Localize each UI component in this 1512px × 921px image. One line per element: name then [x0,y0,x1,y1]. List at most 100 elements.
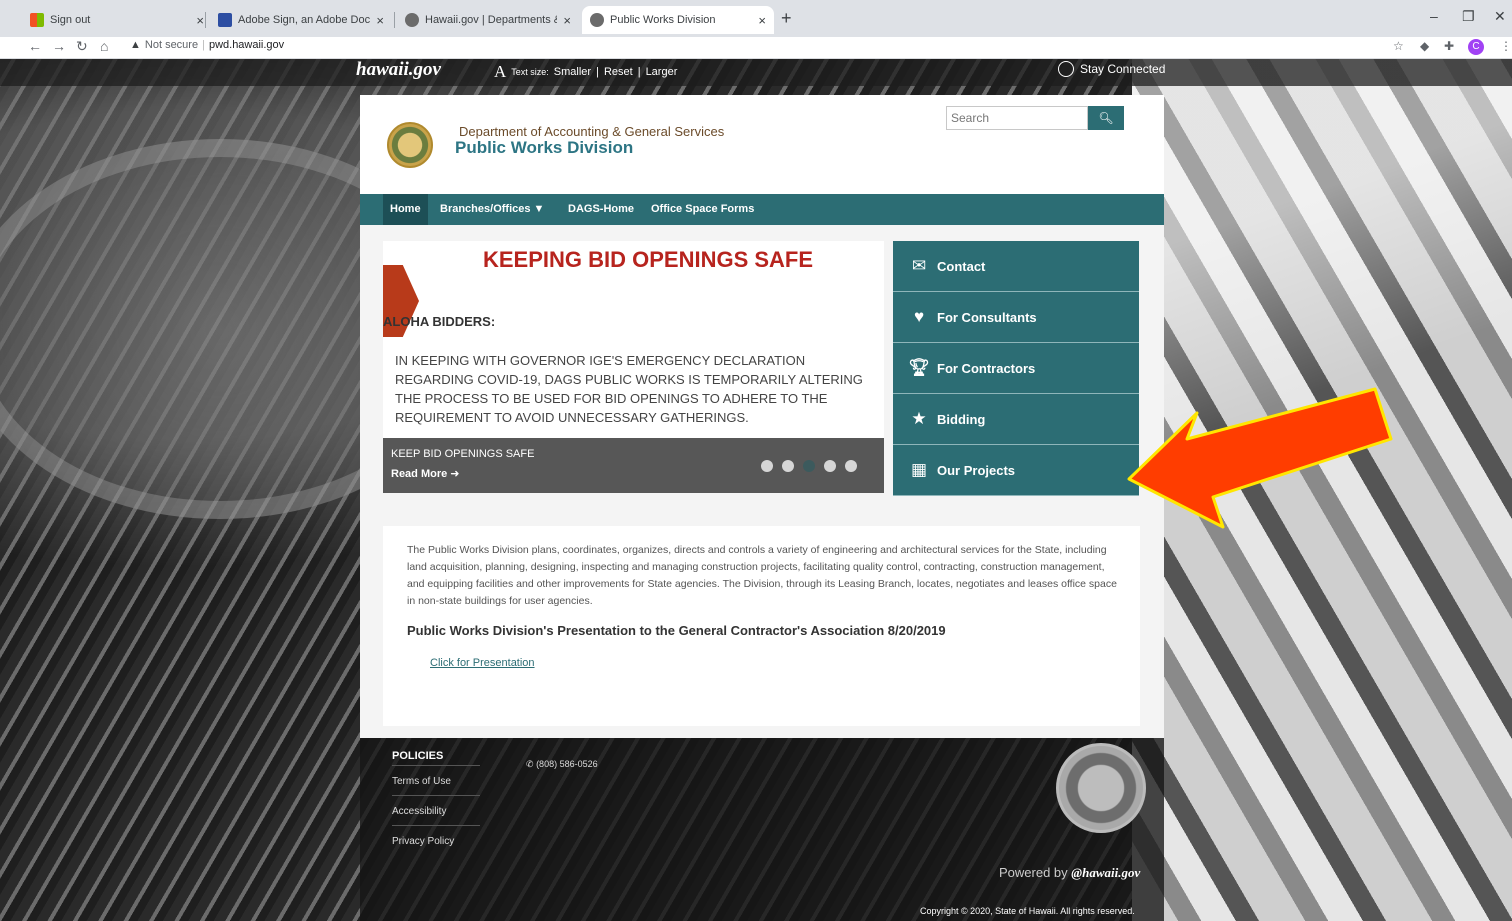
site-footer: POLICIES Terms of Use Accessibility Priv… [360,738,1164,921]
arrow-shape [1127,387,1393,529]
tab-public-works[interactable]: Public Works Division × [582,6,774,34]
forward-arrow-icon[interactable]: → [52,38,66,54]
division-name[interactable]: Public Works Division [455,138,633,158]
divider [392,795,480,796]
back-arrow-icon[interactable]: ← [28,38,42,54]
quick-link-for-consultants[interactable]: ♥ For Consultants [893,292,1139,343]
search-input[interactable]: Search [946,106,1088,130]
menu-kebab-icon[interactable]: ⋮ [1500,39,1512,53]
tab-title: Public Works Division [610,14,716,26]
divider [392,825,480,826]
department-name[interactable]: Department of Accounting & General Servi… [459,124,724,139]
text-larger-link[interactable]: Larger [646,66,678,78]
restore-icon[interactable]: ❐ [1462,8,1475,25]
text-reset-link[interactable]: Reset [604,66,633,78]
new-tab-button[interactable]: + [781,8,792,29]
slide-greeting: ALOHA BIDDERS: [383,314,496,329]
globe-icon [1058,61,1074,77]
hawaii-gov-logo[interactable]: hawaii.gov [356,59,441,81]
quick-links: ✉ Contact ♥ For Consultants 🏆︎ For Contr… [893,241,1139,496]
close-icon[interactable]: × [758,13,766,28]
url-field[interactable]: ▲ Not secure | pwd.hawaii.gov [130,39,284,51]
heart-icon: ♥ [913,307,925,326]
nav-branches-offices[interactable]: Branches/Offices ▼ [433,194,551,225]
footer-privacy-link[interactable]: Privacy Policy [392,836,454,847]
presentation-heading: Public Works Division's Presentation to … [407,623,946,638]
tab-separator [394,12,395,28]
slide-caption: KEEP BID OPENINGS SAFE Read More ➜ [383,438,884,493]
tab-title: Sign out [50,14,91,26]
home-icon[interactable]: ⌂ [100,38,108,54]
url-text[interactable]: pwd.hawaii.gov [209,39,284,51]
window-close-icon[interactable]: ✕ [1494,8,1506,25]
nav-home[interactable]: Home [383,194,428,225]
tab-sign-out[interactable]: Sign out × [22,6,212,34]
quick-link-label: Bidding [937,411,986,427]
phone-number: (808) 586-0526 [536,759,598,769]
division-description: The Public Works Division plans, coordin… [407,544,1117,607]
slider-dot[interactable] [761,460,773,472]
star-icon: ★ [911,409,927,428]
nav-office-space-forms[interactable]: Office Space Forms [644,194,761,225]
quick-link-our-projects[interactable]: ▦ Our Projects [893,445,1139,496]
security-label[interactable]: Not secure [145,39,198,51]
powered-by-brand[interactable]: @hawaii.gov [1071,865,1140,880]
slider-dot[interactable] [845,460,857,472]
dags-seal-logo[interactable] [387,122,433,168]
adobe-sign-icon [218,13,232,27]
powered-by: Powered by @hawaii.gov [999,865,1140,881]
main-card: Department of Accounting & General Servi… [360,95,1164,738]
state-seal-logo [1056,743,1146,833]
quick-link-contact[interactable]: ✉ Contact [893,241,1139,292]
phone-icon: ✆ [526,759,534,769]
footer-phone: ✆ (808) 586-0526 [526,759,598,770]
search-button[interactable]: 🔍︎ [1088,106,1124,130]
close-icon[interactable]: × [376,13,384,28]
quick-link-label: Our Projects [937,462,1016,478]
text-size-controls: A Text size: Smaller | Reset | Larger [494,62,678,81]
warning-icon[interactable]: ▲ [130,39,141,51]
quick-link-bidding[interactable]: ★ Bidding [893,394,1139,445]
extension-icon[interactable]: ◆ [1420,39,1429,53]
slide-body: IN KEEPING WITH GOVERNOR IGE'S EMERGENCY… [395,353,863,425]
stay-connected-button[interactable]: Stay Connected [1058,61,1165,77]
minimize-icon[interactable]: – [1430,8,1438,24]
hawaii-logo-icon [590,13,604,27]
read-more-link[interactable]: Read More ➜ [391,467,460,480]
page-viewport: hawaii.gov A Text size: Smaller | Reset | … [0,59,1512,921]
address-bar: ← → ↻ ⌂ ▲ Not secure | pwd.hawaii.gov ☆ … [0,37,1512,59]
slider-dot[interactable] [782,460,794,472]
film-icon: ▦ [910,460,928,479]
tab-adobe-sign[interactable]: Adobe Sign, an Adobe Documen × [210,6,392,34]
slider-dot[interactable] [824,460,836,472]
tab-hawaii-gov[interactable]: Hawaii.gov | Departments & Age × [397,6,579,34]
microsoft-icon [30,13,44,27]
intro-content: The Public Works Division plans, coordin… [383,526,1140,726]
profile-avatar[interactable]: C [1468,39,1484,55]
quick-link-label: For Contractors [937,360,1036,376]
envelope-icon: ✉ [911,256,927,275]
bookmark-star-icon[interactable]: ☆ [1393,39,1404,53]
hawaii-logo-icon [405,13,419,27]
puzzle-extensions-icon[interactable]: ✚ [1444,39,1454,53]
copyright: Copyright © 2020, State of Hawaii. All r… [920,906,1135,916]
reload-icon[interactable]: ↻ [76,38,88,55]
trophy-icon: 🏆︎ [908,358,930,377]
quick-link-for-contractors[interactable]: 🏆︎ For Contractors [893,343,1139,394]
nav-dags-home[interactable]: DAGS-Home [561,194,641,225]
search-icon: 🔍︎ [1098,111,1114,125]
footer-terms-link[interactable]: Terms of Use [392,776,451,787]
footer-accessibility-link[interactable]: Accessibility [392,806,446,817]
close-icon[interactable]: × [196,13,204,28]
tab-title: Adobe Sign, an Adobe Documen [238,14,371,26]
text-smaller-link[interactable]: Smaller [554,66,591,78]
slider-dot-current[interactable] [803,460,815,472]
announcement-slider: KEEPING BID OPENINGS SAFE ALOHA BIDDERS:… [383,241,884,493]
quick-link-label: Contact [937,258,986,274]
tab-title: Hawaii.gov | Departments & Age [425,14,557,26]
stay-connected-label: Stay Connected [1080,62,1166,76]
caption-title: KEEP BID OPENINGS SAFE [391,448,535,460]
close-icon[interactable]: × [563,13,571,28]
presentation-link[interactable]: Click for Presentation [430,657,535,669]
quick-link-label: For Consultants [937,309,1037,325]
